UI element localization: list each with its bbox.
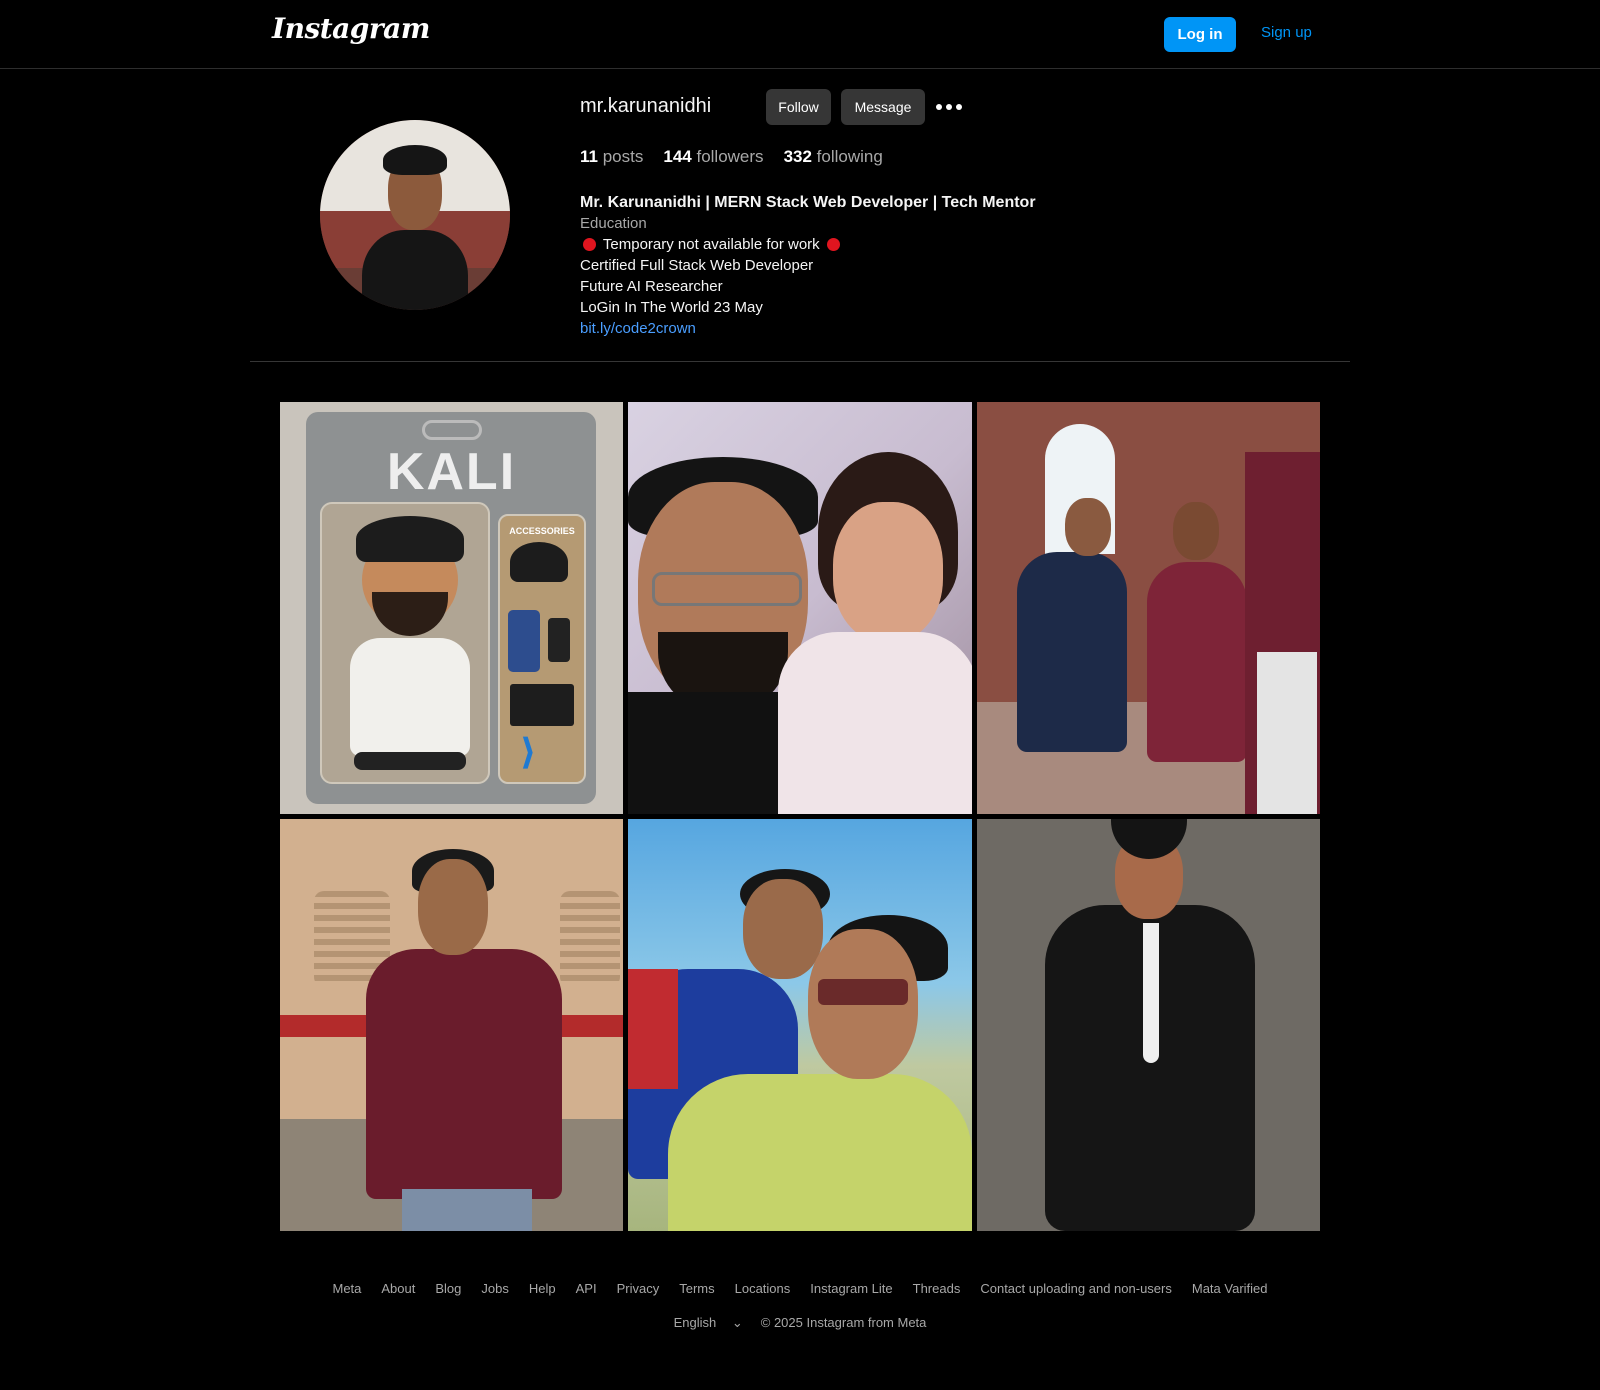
posts-grid: KALI ACCESSORIES ⟩ <box>280 402 1321 1231</box>
vscode-logo-icon: ⟩ <box>520 732 537 773</box>
profile-divider <box>250 361 1350 362</box>
followers-count: 144 <box>663 147 692 166</box>
footer-link-jobs[interactable]: Jobs <box>481 1281 508 1296</box>
following-count: 332 <box>783 147 812 166</box>
followers-stat[interactable]: 144 followers <box>663 147 763 167</box>
login-button[interactable]: Log in <box>1164 17 1236 52</box>
bio-status-line: Temporary not available for work <box>580 234 1036 255</box>
post-thumbnail[interactable]: KALI ACCESSORIES ⟩ <box>280 402 623 814</box>
footer-link-api[interactable]: API <box>576 1281 597 1296</box>
bio-link[interactable]: bit.ly/code2crown <box>580 318 1036 339</box>
bio-line: Certified Full Stack Web Developer <box>580 257 814 274</box>
footer-link-locations[interactable]: Locations <box>735 1281 791 1296</box>
bio-line-status: Temporary not available for work <box>602 236 820 253</box>
footer-bottom: English ⌄ © 2025 Instagram from Meta <box>0 1315 1600 1331</box>
red-circle-icon <box>826 238 840 251</box>
profile-category: Education <box>580 215 647 232</box>
red-circle-icon <box>583 238 596 251</box>
posts-stat: 11 posts <box>580 147 643 167</box>
accessories-label: ACCESSORIES <box>509 526 575 536</box>
post-thumbnail[interactable] <box>977 402 1320 814</box>
post-thumbnail[interactable] <box>977 819 1320 1231</box>
footer-links: Meta About Blog Jobs Help API Privacy Te… <box>0 1281 1600 1296</box>
chevron-down-icon: ⌄ <box>731 1315 743 1330</box>
signup-link[interactable]: Sign up <box>1261 24 1312 41</box>
following-label: following <box>816 147 883 166</box>
profile-bio: Mr. Karunanidhi | MERN Stack Web Develop… <box>580 192 1036 339</box>
footer-link-help[interactable]: Help <box>529 1281 556 1296</box>
profile-username: mr.karunanidhi <box>580 95 712 117</box>
post-thumbnail[interactable] <box>628 402 972 814</box>
footer-link-instagram-lite[interactable]: Instagram Lite <box>810 1281 892 1296</box>
bio-line: Future AI Researcher <box>580 278 723 295</box>
profile-stats: 11 posts 144 followers 332 following <box>580 147 903 167</box>
footer-link-about[interactable]: About <box>381 1281 415 1296</box>
footer-link-terms[interactable]: Terms <box>679 1281 714 1296</box>
footer-link-threads[interactable]: Threads <box>913 1281 961 1296</box>
posts-count: 11 <box>580 147 598 166</box>
follow-button[interactable]: Follow <box>766 89 831 125</box>
language-selector[interactable]: English ⌄ <box>674 1315 743 1331</box>
more-options-icon[interactable] <box>934 92 964 122</box>
message-button[interactable]: Message <box>841 89 925 125</box>
language-label: English <box>673 1315 717 1330</box>
top-navigation-bar: Instagram Log in Sign up <box>0 0 1600 69</box>
package-title: KALI <box>386 443 517 501</box>
following-stat[interactable]: 332 following <box>784 147 883 167</box>
footer-link-meta[interactable]: Meta <box>332 1281 361 1296</box>
post-thumbnail[interactable] <box>628 819 972 1231</box>
bio-line: LoGin In The World 23 May <box>580 299 763 316</box>
footer-link-privacy[interactable]: Privacy <box>617 1281 660 1296</box>
footer-link-mata-varified[interactable]: Mata Varified <box>1192 1281 1268 1296</box>
followers-label: followers <box>696 147 764 166</box>
footer-link-contact-uploading[interactable]: Contact uploading and non-users <box>980 1281 1172 1296</box>
footer-link-blog[interactable]: Blog <box>435 1281 461 1296</box>
copyright-text: © 2025 Instagram from Meta <box>760 1315 927 1330</box>
post-thumbnail[interactable] <box>280 819 623 1231</box>
instagram-logo[interactable]: Instagram <box>272 12 430 45</box>
profile-full-name: Mr. Karunanidhi | MERN Stack Web Develop… <box>580 194 1036 211</box>
posts-label: posts <box>602 147 644 166</box>
profile-avatar[interactable] <box>320 120 510 310</box>
